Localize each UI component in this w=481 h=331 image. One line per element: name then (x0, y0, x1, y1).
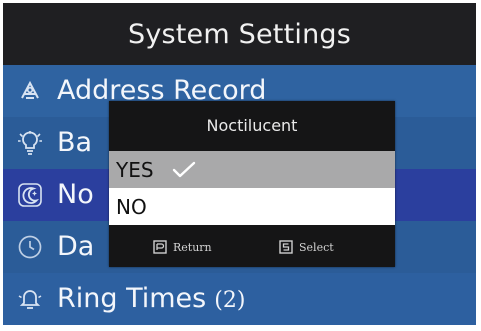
moon-icon (17, 182, 43, 208)
bell-icon (17, 286, 43, 312)
return-action[interactable]: Return (153, 240, 212, 254)
address-book-icon (17, 78, 43, 104)
page-title: System Settings (127, 18, 351, 50)
ring-times-count: (2) (214, 288, 246, 313)
option-no-label: NO (116, 194, 147, 219)
return-key-icon (153, 240, 167, 254)
return-label: Return (173, 240, 212, 254)
noctilucent-dialog: Noctilucent YES NO Return Select (109, 101, 395, 267)
menu-label-ring-times: Ring Times (2) (57, 273, 245, 325)
select-label: Select (299, 240, 334, 254)
menu-item-ring-times[interactable]: Ring Times (2) (3, 273, 476, 325)
select-key-icon (279, 240, 293, 254)
dialog-footer: Return Select (109, 230, 395, 267)
title-bar: System Settings (3, 3, 476, 65)
option-yes[interactable]: YES (109, 151, 395, 188)
option-yes-label: YES (116, 157, 154, 182)
clock-icon (17, 234, 43, 260)
ring-times-label: Ring Times (57, 283, 207, 314)
device-screen: System Settings Address Record Ba No Da … (3, 3, 476, 325)
menu-label-backlight: Ba (57, 127, 93, 158)
dialog-title: Noctilucent (206, 115, 298, 135)
lightbulb-icon (17, 130, 43, 156)
option-no[interactable]: NO (109, 188, 395, 225)
menu-label-noctilucent: No (57, 179, 94, 210)
select-action[interactable]: Select (279, 240, 334, 254)
menu-label-date: Da (57, 231, 95, 262)
checkmark-icon (172, 161, 196, 179)
